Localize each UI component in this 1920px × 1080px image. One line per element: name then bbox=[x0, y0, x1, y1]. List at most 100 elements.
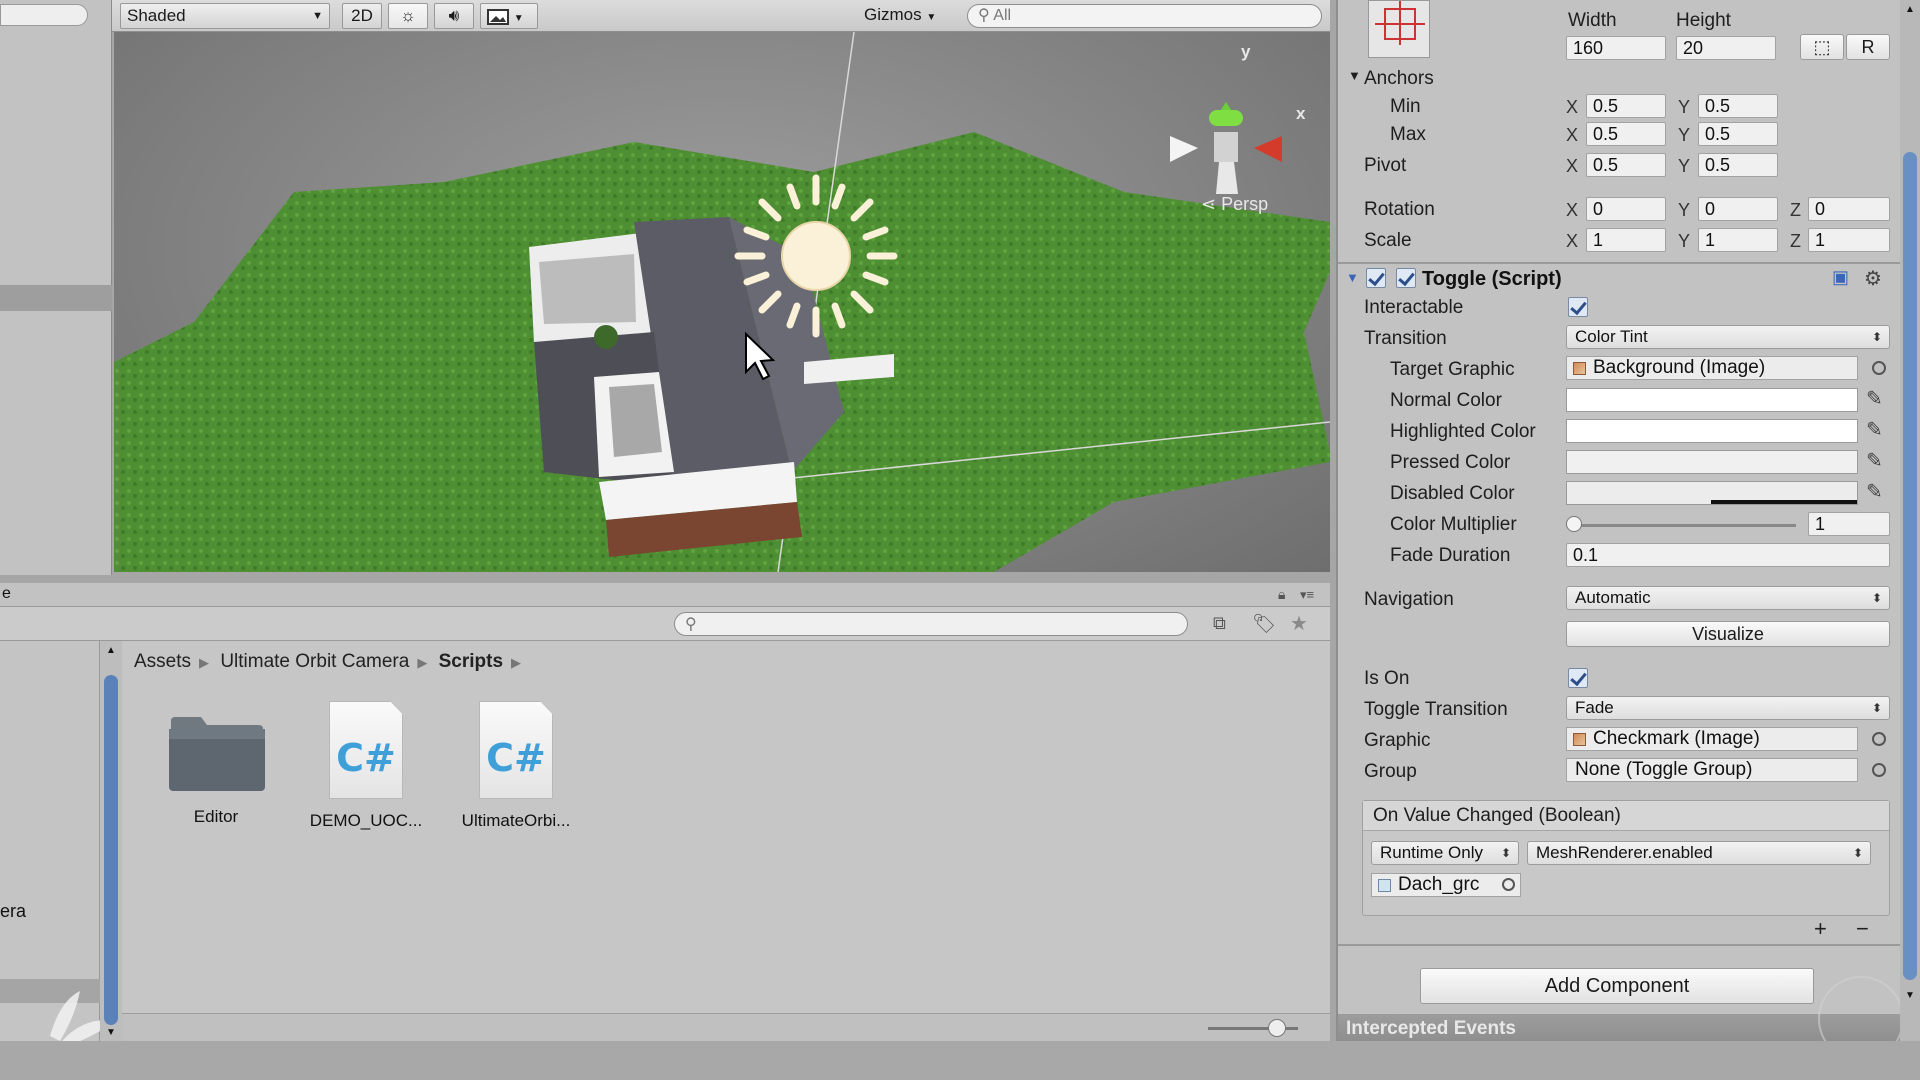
scroll-down-icon[interactable]: ▼ bbox=[1905, 990, 1915, 1001]
highlighted-color-swatch[interactable] bbox=[1566, 419, 1858, 443]
width-field[interactable]: 160 bbox=[1566, 36, 1666, 60]
group-field[interactable]: None (Toggle Group) bbox=[1566, 758, 1858, 782]
gear-icon[interactable]: ⚙ bbox=[1864, 266, 1882, 291]
scale-y-field[interactable]: 1 bbox=[1698, 228, 1778, 252]
color-multiplier-field[interactable]: 1 bbox=[1808, 512, 1890, 536]
event-runtime-dropdown[interactable]: Runtime Only ⬍ bbox=[1371, 841, 1519, 865]
rotation-x-field[interactable]: 0 bbox=[1586, 197, 1666, 221]
star-icon[interactable]: ★ bbox=[1290, 611, 1308, 636]
navigation-dropdown[interactable]: Automatic ⬍ bbox=[1566, 586, 1890, 610]
breadcrumb-scripts[interactable]: Scripts bbox=[439, 651, 503, 672]
interactable-checkbox[interactable] bbox=[1568, 297, 1588, 317]
inspector-scrollbar[interactable]: ▲ ▼ bbox=[1900, 0, 1920, 1080]
blueprint-mode-button[interactable]: ⬚ bbox=[1800, 34, 1844, 60]
anchors-foldout-icon[interactable]: ▼ bbox=[1348, 68, 1361, 83]
navigation-value: Automatic bbox=[1575, 588, 1651, 607]
hierarchy-selected-row[interactable] bbox=[0, 285, 112, 311]
eyedropper-icon[interactable]: ✎ bbox=[1866, 479, 1883, 504]
object-picker-icon[interactable] bbox=[1502, 878, 1515, 891]
hierarchy-search-input[interactable] bbox=[0, 4, 88, 26]
asset-ultimate-orbit-script[interactable]: C# UltimateOrbi... bbox=[446, 701, 586, 831]
normal-color-swatch[interactable] bbox=[1566, 388, 1858, 412]
object-picker-icon[interactable] bbox=[1872, 763, 1886, 777]
eyedropper-icon[interactable]: ✎ bbox=[1866, 417, 1883, 442]
scroll-down-icon[interactable]: ▼ bbox=[106, 1027, 116, 1038]
remove-listener-button[interactable]: − bbox=[1856, 916, 1869, 942]
scene-view[interactable]: y x ⋖ Persp bbox=[114, 32, 1330, 572]
project-toolbar: ⚲ ⧉ 🏷︎ ★ bbox=[0, 607, 1330, 641]
shading-mode-dropdown[interactable]: Shaded ▼ bbox=[120, 3, 330, 29]
anchor-max-x-field[interactable]: 0.5 bbox=[1586, 122, 1666, 146]
pivot-x-field[interactable]: 0.5 bbox=[1586, 153, 1666, 177]
axis-y-label: Y bbox=[1678, 97, 1691, 117]
project-tree-scrollbar[interactable]: ▲ ▼ bbox=[100, 641, 122, 1041]
scrollbar-thumb[interactable] bbox=[104, 675, 118, 1025]
visualize-button[interactable]: Visualize bbox=[1566, 621, 1890, 647]
raw-edit-button[interactable]: R bbox=[1846, 34, 1890, 60]
scroll-up-icon[interactable]: ▲ bbox=[106, 645, 116, 656]
scene-audio-button[interactable]: 🔊︎ bbox=[434, 3, 474, 29]
anchor-max-y-field[interactable]: 0.5 bbox=[1698, 122, 1778, 146]
breadcrumb-separator-icon: ▶ bbox=[511, 655, 522, 670]
eyedropper-icon[interactable]: ✎ bbox=[1866, 386, 1883, 411]
gizmos-dropdown[interactable]: Gizmos ▼ bbox=[858, 3, 950, 29]
scene-search-input[interactable]: ⚲ All bbox=[967, 4, 1322, 28]
toggle-foldout-icon[interactable]: ▼ bbox=[1346, 270, 1359, 285]
lock-icon[interactable]: 🔒︎ bbox=[1278, 586, 1285, 603]
pivot-y-field[interactable]: 0.5 bbox=[1698, 153, 1778, 177]
is-on-checkbox[interactable] bbox=[1568, 668, 1588, 688]
asset-editor-folder[interactable]: Editor bbox=[146, 701, 286, 827]
add-listener-button[interactable]: + bbox=[1814, 916, 1827, 942]
pressed-color-label: Pressed Color bbox=[1390, 452, 1511, 473]
scene-render bbox=[114, 32, 1330, 572]
rotation-y-field[interactable]: 0 bbox=[1698, 197, 1778, 221]
add-component-button[interactable]: Add Component bbox=[1420, 968, 1814, 1004]
color-multiplier-slider-track[interactable] bbox=[1574, 524, 1796, 527]
toggle-transition-dropdown[interactable]: Fade ⬍ bbox=[1566, 696, 1890, 720]
help-book-icon[interactable]: ▣ bbox=[1832, 267, 1849, 288]
asset-demo-uoc-script[interactable]: C# DEMO_UOC... bbox=[296, 701, 436, 831]
project-search-input[interactable]: ⚲ bbox=[674, 612, 1188, 636]
transition-label: Transition bbox=[1364, 328, 1447, 349]
disabled-color-swatch[interactable] bbox=[1566, 481, 1858, 505]
breadcrumb-assets[interactable]: Assets bbox=[134, 651, 191, 672]
toggle-component-enabled-checkbox[interactable] bbox=[1366, 268, 1386, 288]
persp-arrow-icon: ⋖ bbox=[1201, 194, 1217, 214]
color-multiplier-slider-thumb[interactable] bbox=[1566, 516, 1582, 532]
graphic-field[interactable]: Checkmark (Image) bbox=[1566, 727, 1858, 751]
rotation-z-field[interactable]: 0 bbox=[1808, 197, 1890, 221]
projection-mode-label[interactable]: ⋖ Persp bbox=[1201, 194, 1268, 215]
anchor-min-y-field[interactable]: 0.5 bbox=[1698, 94, 1778, 118]
toggle-script-enabled-checkbox[interactable] bbox=[1396, 268, 1416, 288]
height-field[interactable]: 20 bbox=[1676, 36, 1776, 60]
event-target-object-field[interactable]: Dach_grc bbox=[1371, 873, 1521, 897]
graphic-label: Graphic bbox=[1364, 730, 1431, 751]
project-tab-fragment[interactable]: e bbox=[2, 585, 11, 603]
scene-effects-button[interactable]: ▼ bbox=[480, 3, 538, 29]
transition-dropdown[interactable]: Color Tint ⬍ bbox=[1566, 325, 1890, 349]
filter-by-type-icon[interactable]: ⧉ bbox=[1213, 613, 1226, 634]
pressed-color-swatch[interactable] bbox=[1566, 450, 1858, 474]
icon-size-slider-thumb[interactable] bbox=[1268, 1019, 1286, 1037]
fade-duration-field[interactable]: 0.1 bbox=[1566, 543, 1890, 567]
event-function-dropdown[interactable]: MeshRenderer.enabled ⬍ bbox=[1527, 841, 1871, 865]
orientation-gizmo[interactable] bbox=[1170, 102, 1282, 194]
folder-tree-fragment[interactable]: era bbox=[0, 901, 26, 922]
tag-icon[interactable]: 🏷︎ bbox=[1252, 612, 1276, 636]
target-graphic-field[interactable]: Background (Image) bbox=[1566, 356, 1858, 380]
2d-toggle-button[interactable]: 2D bbox=[342, 3, 382, 29]
object-picker-icon[interactable] bbox=[1872, 732, 1886, 746]
toggle-component-title: Toggle (Script) bbox=[1422, 268, 1562, 290]
anchor-preset-button[interactable] bbox=[1368, 0, 1430, 58]
scene-lighting-button[interactable]: ☼ bbox=[388, 3, 428, 29]
eyedropper-icon[interactable]: ✎ bbox=[1866, 448, 1883, 473]
scale-z-field[interactable]: 1 bbox=[1808, 228, 1890, 252]
scale-x-field[interactable]: 1 bbox=[1586, 228, 1666, 252]
object-picker-icon[interactable] bbox=[1872, 361, 1886, 375]
axis-y-label: Y bbox=[1678, 231, 1691, 251]
scrollbar-thumb[interactable] bbox=[1903, 152, 1917, 980]
scroll-up-icon[interactable]: ▲ bbox=[1905, 4, 1915, 15]
anchor-min-x-field[interactable]: 0.5 bbox=[1586, 94, 1666, 118]
breadcrumb-ultimate-orbit-camera[interactable]: Ultimate Orbit Camera bbox=[220, 651, 409, 672]
panel-menu-icon[interactable]: ▾≡ bbox=[1300, 587, 1314, 603]
